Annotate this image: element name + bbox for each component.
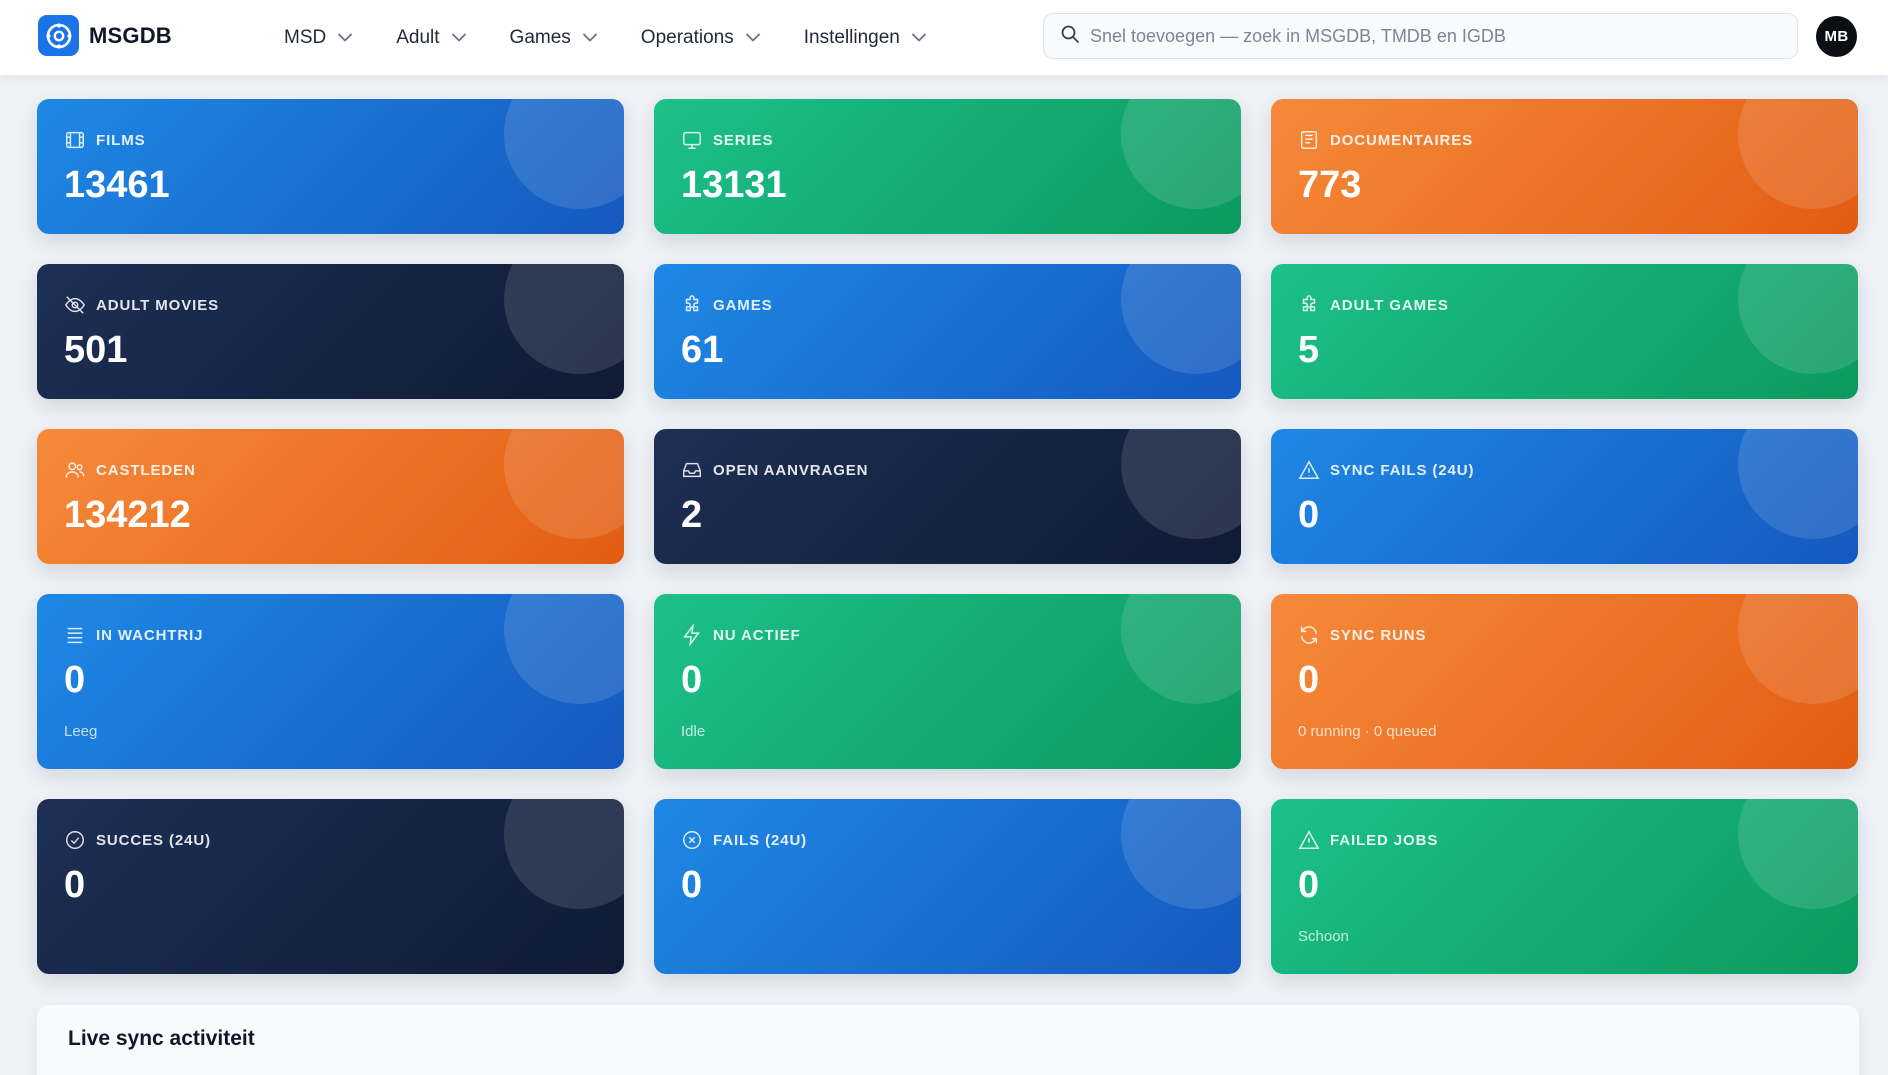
stat-card-nu-actief[interactable]: NU ACTIEF 0 Idle [654,594,1241,769]
puzzle-icon [681,294,703,316]
chevron-down-icon [911,33,926,42]
card-label: SERIES [713,131,774,149]
card-label: FAILS (24U) [713,831,808,849]
film-icon [64,129,86,151]
x-circle-icon [681,829,703,851]
card-label: NU ACTIEF [713,626,801,644]
nav-item-operations[interactable]: Operations [641,27,760,49]
stat-card-series[interactable]: SERIES 13131 [654,99,1241,234]
card-value: 13131 [681,164,787,206]
stat-card-open-aanvragen[interactable]: OPEN AANVRAGEN 2 [654,429,1241,564]
nav-item-label: Instellingen [803,26,900,48]
chevron-down-icon [451,33,466,42]
stat-card-adult-movies[interactable]: ADULT MOVIES 501 [37,264,624,399]
card-label: CASTLEDEN [96,461,196,479]
card-label: GAMES [713,296,773,314]
brand-name: MSGDB [89,22,172,48]
chevron-down-icon [582,33,597,42]
card-value: 134212 [64,494,191,536]
stat-card-documentaires[interactable]: DOCUMENTAIRES 773 [1271,99,1858,234]
stat-card-games[interactable]: GAMES 61 [654,264,1241,399]
chevron-down-icon [338,33,353,42]
warning-icon [1298,829,1320,851]
users-icon [64,459,86,481]
nav-item-label: Games [509,26,571,48]
stats-grid: FILMS 13461 SERIES 13131 DOCUMENTAIRES 7… [37,99,1859,974]
nav-item-adult[interactable]: Adult [396,26,466,49]
bolt-icon [681,624,703,646]
top-bar: MSGDB MSD Adult Games Operations Instell… [0,0,1888,75]
card-label: SYNC FAILS (24U) [1330,461,1475,479]
card-value: 0 [1298,494,1320,536]
stat-card-sync-fails[interactable]: SYNC FAILS (24U) 0 [1271,429,1858,564]
stat-card-failed-jobs[interactable]: FAILED JOBS 0 Schoon [1271,799,1858,974]
nav-item-label: Operations [640,26,734,48]
check-circle-icon [64,829,86,851]
panel-title: Live sync activiteit [68,1027,255,1050]
stat-card-films[interactable]: FILMS 13461 [37,99,624,234]
card-label: FAILED JOBS [1330,831,1439,849]
card-value: 0 [64,864,86,906]
search-icon [1060,24,1080,49]
brand[interactable]: MSGDB [38,15,172,56]
card-label: ADULT MOVIES [96,296,220,314]
card-label: SYNC RUNS [1330,626,1427,644]
card-value: 501 [64,329,128,371]
card-value: 773 [1298,164,1362,206]
card-value: 5 [1298,329,1320,371]
card-label: FILMS [96,131,146,149]
nav-item-instellingen[interactable]: Instellingen [804,27,926,49]
card-subtext: 0 running · 0 queued [1298,723,1437,740]
tv-icon [681,129,703,151]
nav-item-label: MSD [284,26,327,48]
newspaper-icon [1298,129,1320,151]
search-box[interactable] [1043,13,1798,59]
refresh-icon [1298,624,1320,646]
stat-card-sync-runs[interactable]: SYNC RUNS 0 0 running · 0 queued [1271,594,1858,769]
card-label: ADULT GAMES [1330,296,1449,314]
stat-card-fails[interactable]: FAILS (24U) 0 [654,799,1241,974]
nav-item-label: Adult [396,26,440,48]
nav-item-msd[interactable]: MSD [284,26,353,49]
stat-card-succes[interactable]: SUCCES (24U) 0 [37,799,624,974]
card-value: 61 [681,329,724,371]
warning-icon [1298,459,1320,481]
card-label: OPEN AANVRAGEN [713,461,869,479]
card-value: 13461 [64,164,170,206]
stat-card-adult-games[interactable]: ADULT GAMES 5 [1271,264,1858,399]
card-subtext: Leeg [64,723,98,740]
card-subtext: Schoon [1298,928,1349,945]
nav-item-games[interactable]: Games [510,27,597,49]
chevron-down-icon [745,33,760,42]
card-value: 0 [681,864,703,906]
search-input[interactable] [1090,25,1797,47]
card-value: 2 [681,494,703,536]
eye-off-icon [64,294,86,316]
list-icon [64,624,86,646]
stat-card-in-wachtrij[interactable]: IN WACHTRIJ 0 Leeg [37,594,624,769]
card-subtext: Idle [681,723,706,740]
avatar[interactable]: MB [1816,16,1857,57]
card-label: IN WACHTRIJ [96,626,204,644]
card-value: 0 [1298,659,1320,701]
puzzle-icon [1298,294,1320,316]
target-icon [38,15,79,56]
live-sync-panel: Live sync activiteit [37,1005,1859,1075]
inbox-icon [681,459,703,481]
stat-card-castleden[interactable]: CASTLEDEN 134212 [37,429,624,564]
card-label: DOCUMENTAIRES [1330,131,1474,149]
card-label: SUCCES (24U) [96,831,211,849]
card-value: 0 [64,659,86,701]
card-value: 0 [681,659,703,701]
main-nav: MSD Adult Games Operations Instellingen [284,0,970,75]
card-value: 0 [1298,864,1320,906]
